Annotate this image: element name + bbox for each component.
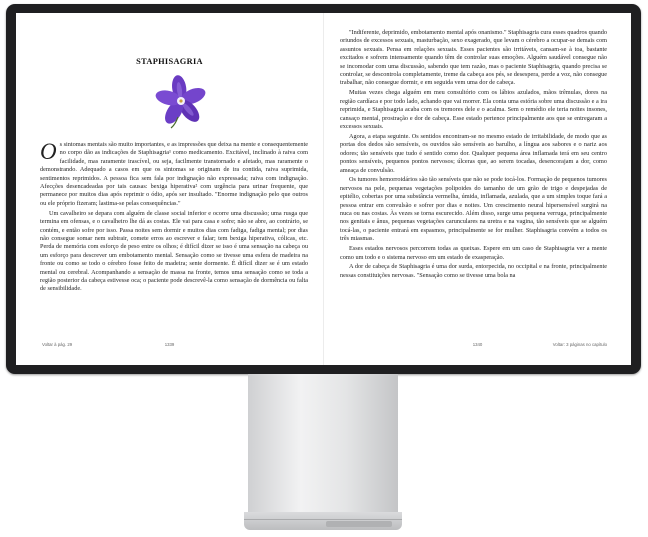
ebook-reader-screen: STAPHISAGRIA Os sintomas mentais são mui…	[16, 13, 631, 365]
stand-divider	[244, 519, 402, 520]
right-page-text: "Indiferente, deprimido, embotamento men…	[340, 29, 607, 282]
right-page-footer: 1340 Voltar: 3 páginas no capítulo	[324, 341, 631, 351]
right-page: "Indiferente, deprimido, embotamento men…	[324, 13, 631, 365]
paragraph: Agora, a etapa seguinte. Os sentidos enc…	[340, 132, 607, 174]
left-page: STAPHISAGRIA Os sintomas mentais são mui…	[16, 13, 323, 365]
paragraph: Os tumores hemorroidários são tão sensív…	[340, 176, 607, 243]
stand-hinge	[326, 521, 392, 527]
left-page-footer: Voltar à pág. 29 1339	[16, 341, 323, 351]
paragraph: A dor de cabeça de Staphisagria é uma do…	[340, 263, 607, 279]
monitor-stand-neck	[248, 374, 398, 520]
paragraph: "Indiferente, deprimido, embotamento men…	[340, 29, 607, 87]
monitor-bezel: STAPHISAGRIA Os sintomas mentais são mui…	[6, 4, 641, 374]
chapter-title: STAPHISAGRIA	[136, 57, 203, 66]
violet-flower-illustration	[155, 75, 206, 129]
chapter-progress-link[interactable]: Voltar: 3 páginas no capítulo	[553, 341, 607, 349]
page-number: 1339	[164, 342, 175, 347]
paragraph: Os sintomas mentais são muito importante…	[40, 139, 308, 207]
paragraph: Um cavalheiro se depara com alguém de cl…	[40, 209, 308, 293]
left-page-text: Os sintomas mentais são muito importante…	[40, 139, 308, 295]
paragraph: Esses estados nervosos percorrem todas a…	[340, 245, 607, 261]
drop-cap: O	[40, 139, 57, 164]
paragraph: Muitas vezes chega alguém em meu consult…	[340, 89, 607, 130]
